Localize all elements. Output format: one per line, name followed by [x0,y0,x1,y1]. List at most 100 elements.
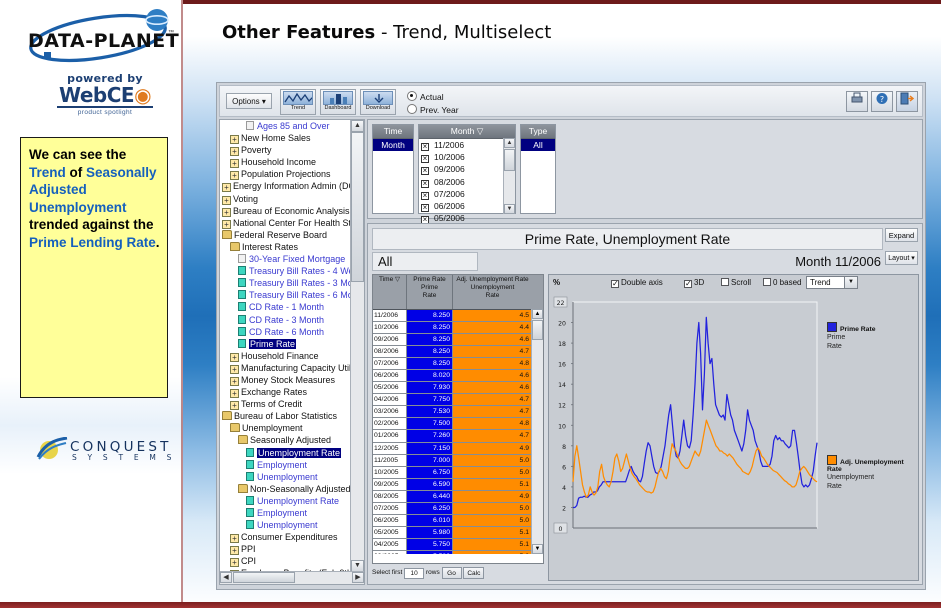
month-item-08-2006[interactable]: × 08/2006 [419,176,515,188]
folder-open-icon[interactable] [222,229,232,239]
expand-plus-icon[interactable]: + [230,171,239,181]
navigation-tree-panel[interactable]: Ages 85 and Over + New Home Sales + Poverty +… [219,119,365,585]
expand-plus-icon[interactable]: + [222,195,231,205]
folder-open-icon[interactable] [238,435,248,445]
tree-item-seasonally-adjusted[interactable]: Seasonally Adjusted [220,434,352,446]
radio-actual[interactable]: Actual [407,91,459,102]
month-list[interactable]: × 11/2006 × 10/2006 × 09/2006 × 08/2006 × 07/2006… [419,139,515,225]
month-scroll-up-icon[interactable]: ▲ [504,138,515,148]
table-row[interactable]: 06/2005 6.010 5.0 [373,514,543,527]
tree-item-30-year-fixed-mortgage[interactable]: 30-Year Fixed Mortgage [220,253,352,265]
tree-item-cd-rate-1-month[interactable]: CD Rate - 1 Month [220,301,352,313]
row-count-input[interactable]: 10 [404,568,425,579]
table-row[interactable]: 09/2005 6.590 5.1 [373,478,543,491]
options-button[interactable]: Options ▾ [226,93,272,109]
expand-button[interactable]: Expand [885,228,918,242]
expand-plus-icon[interactable]: + [230,364,239,374]
type-item-all[interactable]: All [521,139,555,151]
month-checkbox-icon[interactable]: × [421,191,429,200]
table-scroll-thumb[interactable] [532,320,543,340]
tree-item-non-seasonally-adjusted[interactable]: Non-Seasonally Adjusted [220,483,352,495]
tree-item-unemployment-rate[interactable]: Unemployment Rate [220,447,352,459]
tree-scroll-right-icon[interactable]: ▶ [352,572,364,583]
tree-item-energy-information-admin-doe[interactable]: + Energy Information Admin (DOE) [220,180,352,193]
month-item-10-2006[interactable]: × 10/2006 [419,151,515,164]
expand-plus-icon[interactable]: + [230,159,239,169]
time-column[interactable]: Time Month [372,124,414,214]
month-scroll-down-icon[interactable]: ▼ [504,204,515,214]
tree-item-bureau-of-labor-statistics[interactable]: Bureau of Labor Statistics [220,410,352,422]
tree-item-poverty[interactable]: + Poverty [220,144,352,157]
expand-plus-icon[interactable]: + [222,183,231,193]
table-scrollbar[interactable]: ▲ ▼ [531,309,543,554]
tree-item-unemployment[interactable]: Unemployment [220,422,352,434]
month-scrollbar[interactable]: ▲ ▼ [503,138,515,214]
radio-prev-year[interactable]: Prev. Year [407,104,459,115]
print-icon[interactable] [846,91,868,112]
tree-item-cd-rate-3-month[interactable]: CD Rate - 3 Month [220,314,352,326]
folder-open-icon[interactable] [230,241,240,251]
table-row[interactable]: 11/2006 8.250 4.5 [373,310,543,323]
tree-item-cpi[interactable]: + CPI [220,555,352,568]
tree-item-money-stock-measures[interactable]: + Money Stock Measures [220,374,352,386]
expand-plus-icon[interactable]: + [230,389,239,399]
tree-item-interest-rates[interactable]: Interest Rates [220,241,352,253]
layout-button[interactable]: Layout ▾ [885,251,918,265]
tree-item-bureau-of-economic-analysis[interactable]: + Bureau of Economic Analysis [220,205,352,217]
table-row[interactable]: 05/2005 5.980 5.1 [373,526,543,539]
trend-button[interactable]: Trend [280,89,316,115]
tree-item-terms-of-credit[interactable]: + Terms of Credit [220,398,352,411]
tree-item-unemployment[interactable]: Unemployment [220,519,352,531]
month-column[interactable]: Month ▽ × 11/2006 × 10/2006 × 09/2006 × 08/2006… [418,124,516,225]
table-row[interactable]: 07/2006 8.250 4.8 [373,358,543,371]
tree-item-treasury-bill-rates-4-week[interactable]: Treasury Bill Rates - 4 Week [220,265,352,277]
month-scroll-thumb[interactable] [504,149,515,171]
table-row[interactable]: 03/20055.5805.2 [373,550,543,554]
table-row[interactable]: 10/2006 8.250 4.4 [373,322,543,335]
tree-item-population-projections[interactable]: + Population Projections [220,168,352,181]
tree-item-voting[interactable]: + Voting [220,193,352,205]
tree-item-cd-rate-6-month[interactable]: CD Rate - 6 Month [220,326,352,338]
table-row[interactable]: 12/2005 7.150 4.9 [373,442,543,455]
threed-checkbox[interactable]: ✓ 3D [684,275,704,291]
expand-plus-icon[interactable]: + [230,352,239,362]
expand-plus-icon[interactable]: + [230,534,239,544]
month-item-06-2006[interactable]: × 06/2006 [419,200,515,212]
table-row[interactable]: 08/2005 6.440 4.9 [373,490,543,503]
tree-item-new-home-sales[interactable]: + New Home Sales [220,132,352,145]
expand-plus-icon[interactable]: + [230,147,239,157]
expand-plus-icon[interactable]: + [230,376,239,386]
tree-item-treasury-bill-rates-3-month[interactable]: Treasury Bill Rates - 3 Month [220,277,352,289]
month-item-07-2006[interactable]: × 07/2006 [419,188,515,200]
tree-item-household-income[interactable]: + Household Income [220,156,352,169]
tree-item-employment[interactable]: Employment [220,459,352,471]
zero-based-checkbox[interactable]: 0 based [763,275,801,291]
calc-button[interactable]: Calc [463,567,485,579]
tree-scroll-thumb[interactable] [351,132,364,282]
month-checkbox-icon[interactable]: × [421,203,429,212]
expand-plus-icon[interactable]: + [230,135,239,145]
folder-open-icon[interactable] [230,423,240,433]
tree-vertical-scrollbar[interactable]: ▲ ▼ [350,120,364,572]
table-row[interactable]: 10/2005 6.750 5.0 [373,466,543,479]
tree-item-national-center-for-health-statistic[interactable]: +National Center For Health Statistic [220,217,352,229]
table-column-header-2[interactable]: Adj. Unemployment Rate Unemployment Rate [453,275,532,309]
month-checkbox-icon[interactable]: × [421,143,429,151]
tree-item-unemployment[interactable]: Unemployment [220,471,352,483]
expand-plus-icon[interactable]: + [222,219,231,229]
type-column[interactable]: Type All [520,124,556,214]
tree-item-consumer-expenditures[interactable]: + Consumer Expenditures [220,531,352,544]
month-checkbox-icon[interactable]: × [421,167,429,176]
table-row[interactable]: 09/2006 8.250 4.6 [373,334,543,347]
tree-item-unemployment-rate[interactable]: Unemployment Rate [220,495,352,507]
tree-item-treasury-bill-rates-6-month[interactable]: Treasury Bill Rates - 6 Month [220,289,352,301]
folder-open-icon[interactable] [222,411,232,421]
chart-mode-select[interactable]: Trend ▼ [806,276,858,289]
expand-plus-icon[interactable]: + [230,546,239,556]
scroll-checkbox[interactable]: Scroll [721,275,751,291]
table-column-header-0[interactable]: Time ▽ [373,275,407,309]
tree-item-ppi[interactable]: + PPI [220,543,352,556]
month-checkbox-icon[interactable]: × [421,155,429,164]
dashboard-button[interactable]: Dashboard [320,89,356,115]
tree-item-manufacturing-capacity-utilizatio[interactable]: +Manufacturing Capacity Utilizatio [220,362,352,374]
